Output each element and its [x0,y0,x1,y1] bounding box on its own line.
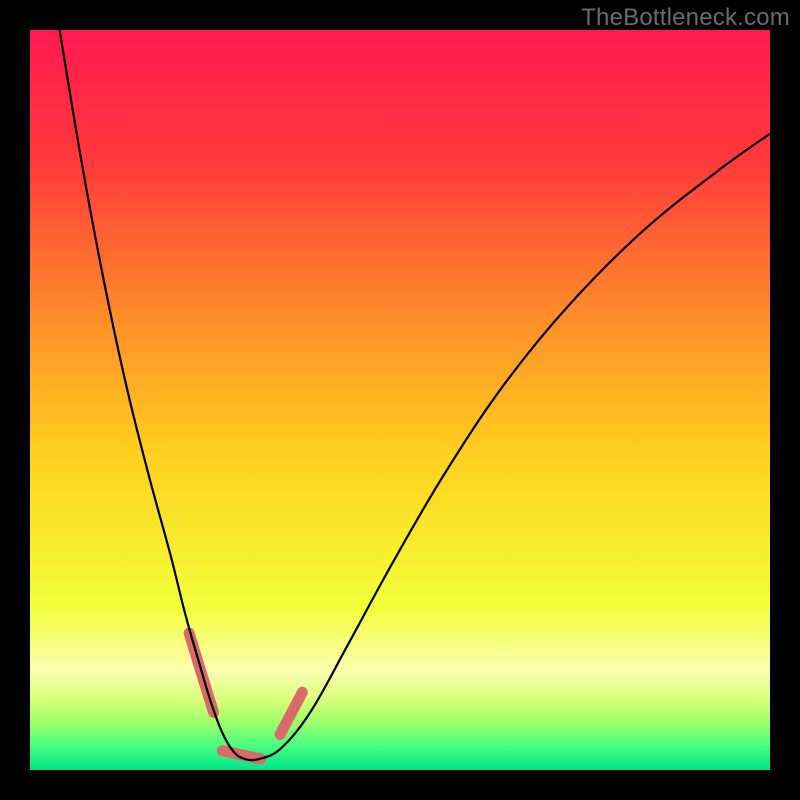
chart-background [30,30,770,770]
chart-svg [30,30,770,770]
watermark-text: TheBottleneck.com [581,4,790,32]
chart-frame [30,30,770,770]
